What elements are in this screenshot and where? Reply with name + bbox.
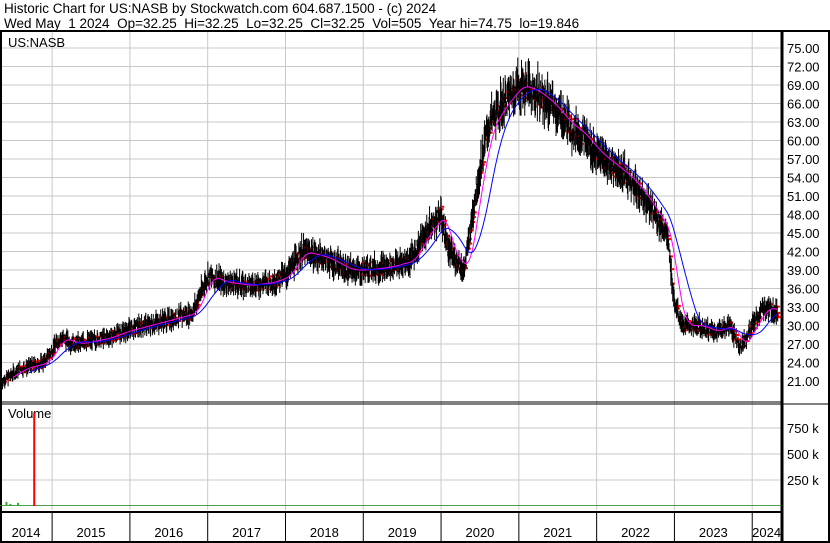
price-tick-label: 75.00 [787, 41, 820, 56]
volume-bar [9, 503, 12, 506]
price-chart: 75.00 72.00 69.00 66.00 63.00 60.00 57.00 54.00… [0, 30, 830, 543]
price-tick-label: 30.00 [787, 319, 820, 334]
volume-tick-label: 500 k [787, 447, 819, 462]
price-tick-label: 33.00 [787, 300, 820, 315]
close-tick [441, 205, 445, 208]
volume-tick-label: 250 k [787, 473, 819, 488]
volume-label: Volume [8, 406, 51, 421]
year-label: 2021 [543, 525, 572, 540]
year-label: 2024 [752, 525, 781, 540]
price-tick-label: 66.00 [787, 97, 820, 112]
price-tick-label: 69.00 [787, 78, 820, 93]
volume-baseline [0, 505, 781, 506]
price-tick-label: 57.00 [787, 152, 820, 167]
price-tick-label: 21.00 [787, 374, 820, 389]
close-tick [269, 275, 273, 278]
symbol-label: US:NASB [8, 35, 65, 50]
year-label: 2016 [154, 525, 183, 540]
price-tick-label: 72.00 [787, 60, 820, 75]
year-label: 2020 [465, 525, 494, 540]
year-label: 2014 [12, 525, 41, 540]
plot-area [0, 31, 781, 541]
year-label: 2015 [77, 525, 106, 540]
close-tick [777, 316, 781, 319]
price-tick-label: 54.00 [787, 171, 820, 186]
price-tick-label: 24.00 [787, 356, 820, 371]
year-label: 2019 [388, 525, 417, 540]
year-label: 2018 [310, 525, 339, 540]
price-tick-label: 48.00 [787, 208, 820, 223]
close-tick [677, 304, 681, 307]
price-tick-label: 63.00 [787, 115, 820, 130]
price-tick-label: 45.00 [787, 226, 820, 241]
close-tick [736, 334, 740, 337]
volume-bar [33, 412, 36, 506]
close-tick [671, 268, 675, 271]
year-label: 2017 [232, 525, 261, 540]
price-tick-label: 42.00 [787, 245, 820, 260]
year-label: 2023 [699, 525, 728, 540]
price-tick-label: 51.00 [787, 189, 820, 204]
price-tick-label: 39.00 [787, 263, 820, 278]
price-tick-label: 36.00 [787, 282, 820, 297]
chart-window: Historic Chart for US:NASB by Stockwatch… [0, 0, 830, 543]
close-tick [483, 161, 487, 164]
price-tick-label: 60.00 [787, 134, 820, 149]
price-tick-label: 27.00 [787, 337, 820, 352]
volume-bar [5, 501, 8, 506]
volume-tick-label: 750 k [787, 421, 819, 436]
year-label: 2022 [621, 525, 650, 540]
volume-bar [17, 502, 20, 506]
